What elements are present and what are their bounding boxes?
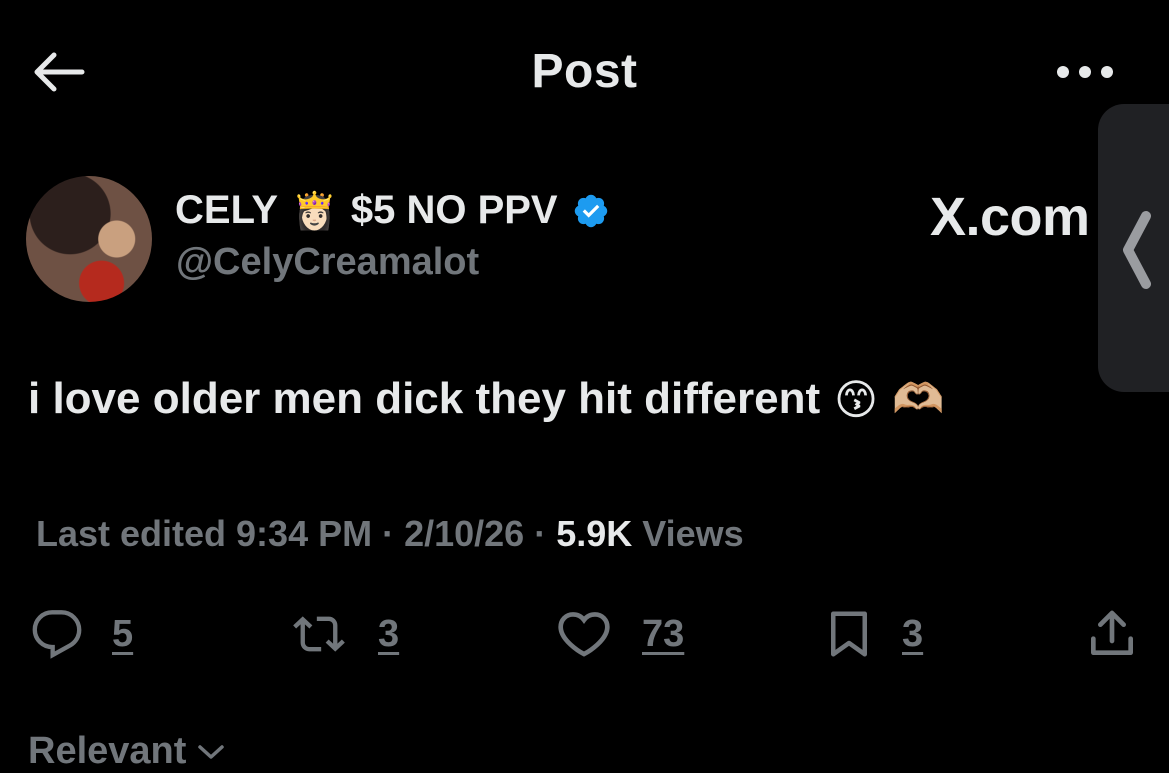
reply-icon xyxy=(32,610,82,659)
share-button[interactable] xyxy=(1084,604,1140,664)
verified-badge-icon xyxy=(574,194,607,227)
views-count: 5.9K xyxy=(556,513,633,554)
avatar[interactable] xyxy=(26,176,152,302)
sort-replies-dropdown[interactable]: Relevant xyxy=(28,730,226,773)
share-icon xyxy=(1091,610,1133,655)
page-title: Post xyxy=(531,45,638,98)
bookmark-button[interactable]: 3 xyxy=(822,604,923,664)
chevron-left-icon[interactable] xyxy=(1118,210,1154,290)
reply-count: 5 xyxy=(112,612,134,655)
author-tagline: $5 NO PPV xyxy=(350,188,558,232)
views-label: Views xyxy=(632,513,744,554)
bookmark-count: 3 xyxy=(902,612,924,655)
heart-icon xyxy=(558,612,610,657)
post-meta: Last edited 9:34 PM · 2/10/26 · 5.9K Vie… xyxy=(36,513,744,555)
like-button[interactable]: 73 xyxy=(552,604,684,664)
x-com-watermark: X.com xyxy=(930,187,1090,247)
chevron-down-icon xyxy=(198,744,225,759)
reply-button[interactable]: 5 xyxy=(28,604,133,664)
kissing-emoji: 😙 xyxy=(834,374,878,424)
author-handle[interactable]: @CelyCreamalot xyxy=(176,241,479,284)
post-body: i love older men dick they hit different xyxy=(28,374,821,423)
post-text: i love older men dick they hit different… xyxy=(28,374,944,424)
sort-label: Relevant xyxy=(28,730,187,772)
more-button[interactable] xyxy=(1050,52,1120,92)
author-display-name[interactable]: CELY 👸🏻 $5 NO PPV xyxy=(175,188,610,233)
heart-hands-emoji: 🫶🏼 xyxy=(891,374,945,423)
more-dots-icon xyxy=(1057,66,1113,78)
bookmark-icon xyxy=(831,611,867,657)
author-name: CELY xyxy=(175,188,279,232)
edited-timestamp[interactable]: Last edited 9:34 PM · 2/10/26 · xyxy=(36,513,556,554)
repost-count: 3 xyxy=(378,612,400,655)
repost-button[interactable]: 3 xyxy=(286,604,399,664)
like-count: 73 xyxy=(642,612,685,655)
princess-emoji: 👸🏻 xyxy=(292,190,337,232)
repost-icon xyxy=(293,616,345,652)
